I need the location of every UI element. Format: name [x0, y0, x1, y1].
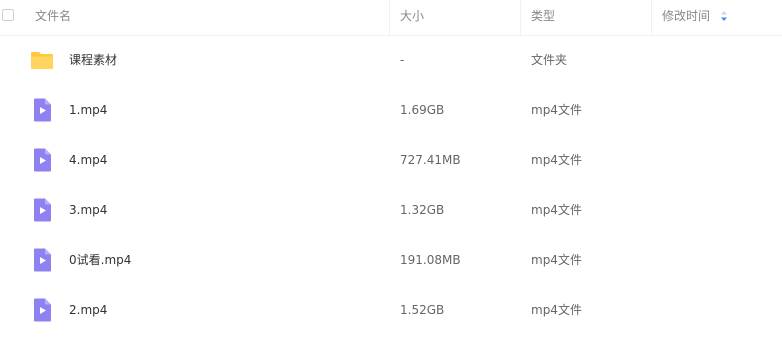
video-file-icon	[34, 248, 51, 272]
file-type: mp4文件	[531, 203, 582, 217]
column-divider[interactable]	[651, 0, 652, 35]
select-all-checkbox[interactable]	[2, 9, 14, 21]
column-header-name[interactable]: 文件名	[35, 0, 71, 35]
file-row-video[interactable]: 0试看.mp4 191.08MB mp4文件	[0, 236, 782, 286]
file-name[interactable]: 课程素材	[69, 36, 117, 86]
file-name[interactable]: 2.mp4	[69, 286, 107, 336]
file-row-video[interactable]: 1.mp4 1.69GB mp4文件	[0, 86, 782, 136]
file-name[interactable]: 0试看.mp4	[69, 236, 131, 286]
file-name[interactable]: 3.mp4	[69, 186, 107, 236]
column-header-size[interactable]: 大小	[400, 0, 424, 35]
file-size: 1.52GB	[400, 303, 445, 317]
column-divider[interactable]	[520, 0, 521, 35]
video-file-icon	[34, 198, 51, 222]
file-name[interactable]: 4.mp4	[69, 136, 107, 186]
column-header-modified-time[interactable]: 修改时间	[662, 0, 710, 35]
file-type: mp4文件	[531, 153, 582, 167]
file-type: mp4文件	[531, 253, 582, 267]
file-row-video[interactable]: 2.mp4 1.52GB mp4文件	[0, 286, 782, 336]
file-size: 1.32GB	[400, 203, 445, 217]
file-size: 1.69GB	[400, 103, 445, 117]
file-size: -	[400, 53, 405, 67]
file-size: 191.08MB	[400, 253, 461, 267]
file-row-video[interactable]: 3.mp4 1.32GB mp4文件	[0, 186, 782, 236]
file-name[interactable]: 1.mp4	[69, 86, 107, 136]
video-file-icon	[34, 298, 51, 322]
file-type: mp4文件	[531, 103, 582, 117]
file-row-folder[interactable]: 课程素材 - 文件夹	[0, 36, 782, 86]
file-list-header: 文件名 大小 类型 修改时间	[0, 0, 782, 36]
video-file-icon	[34, 98, 51, 122]
file-type: mp4文件	[531, 303, 582, 317]
file-size: 727.41MB	[400, 153, 461, 167]
file-row-video[interactable]: 4.mp4 727.41MB mp4文件	[0, 136, 782, 186]
folder-icon	[31, 52, 53, 69]
file-type: 文件夹	[531, 53, 568, 67]
column-divider[interactable]	[389, 0, 390, 35]
column-header-type[interactable]: 类型	[531, 0, 555, 35]
video-file-icon	[34, 148, 51, 172]
sort-desc-icon[interactable]	[720, 10, 728, 22]
